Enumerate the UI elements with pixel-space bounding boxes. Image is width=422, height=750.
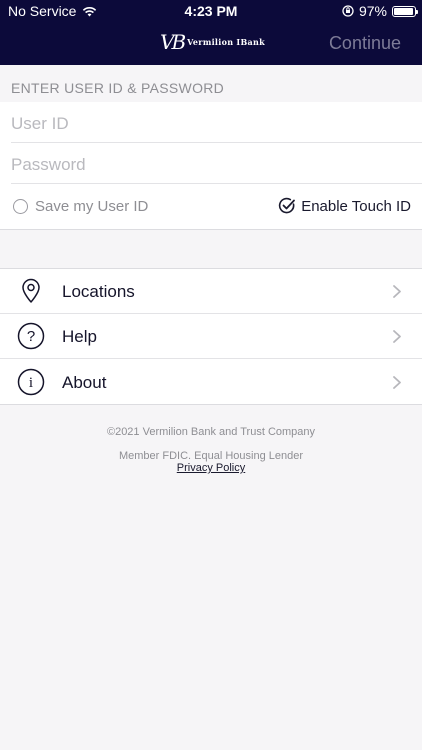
- status-bar: No Service 4:23 PM 97%: [0, 0, 422, 22]
- login-options: Save my User ID Enable Touch ID: [0, 184, 422, 230]
- battery-fill: [394, 7, 414, 15]
- app-header: No Service 4:23 PM 97% VB Vermilion IBan…: [0, 0, 422, 65]
- save-user-id-toggle[interactable]: Save my User ID: [13, 198, 148, 215]
- chevron-right-icon: [393, 285, 401, 298]
- menu-item-label: Help: [62, 327, 97, 346]
- chevron-right-icon: [393, 330, 401, 343]
- menu-list: Locations ? Help i About: [0, 268, 422, 405]
- touch-id-label: Enable Touch ID: [301, 197, 411, 215]
- chevron-right-icon: [393, 376, 401, 389]
- question-circle-icon: ?: [17, 322, 45, 350]
- menu-item-about[interactable]: i About: [0, 360, 422, 405]
- fdic-text: Member FDIC. Equal Housing Lender: [118, 450, 304, 462]
- user-id-field[interactable]: User ID: [11, 102, 422, 143]
- login-section-title: ENTER USER ID & PASSWORD: [11, 80, 225, 96]
- divider: [0, 358, 422, 359]
- location-pin-icon: [22, 278, 40, 303]
- menu-item-label: Locations: [62, 282, 135, 301]
- enable-touch-id-toggle[interactable]: Enable Touch ID: [278, 197, 411, 215]
- user-id-placeholder: User ID: [11, 114, 69, 133]
- svg-text:i: i: [29, 375, 33, 391]
- login-form: User ID Password Save my User ID Enable …: [0, 102, 422, 230]
- menu-item-locations[interactable]: Locations: [0, 269, 422, 314]
- battery-icon: [392, 5, 418, 17]
- svg-text:?: ?: [27, 328, 35, 345]
- check-circle-icon: [279, 197, 296, 214]
- bank-logo: VB Vermilion IBank: [160, 30, 265, 54]
- radio-icon: [13, 199, 28, 214]
- logo-mark: VB: [160, 30, 186, 54]
- orientation-lock-icon: [342, 5, 354, 17]
- info-circle-icon: i: [17, 368, 45, 396]
- logo-brand-name: Vermilion IBank: [187, 37, 265, 47]
- menu-item-label: About: [62, 373, 107, 392]
- save-user-id-label: Save my User ID: [35, 198, 149, 215]
- status-right: 97%: [342, 3, 418, 19]
- password-field[interactable]: Password: [11, 143, 422, 184]
- nav-bar: VB Vermilion IBank Continue: [0, 22, 422, 65]
- continue-button[interactable]: Continue: [329, 33, 401, 54]
- privacy-policy-link[interactable]: Privacy Policy: [0, 462, 422, 474]
- copyright-text: ©2021 Vermilion Bank and Trust Company: [106, 426, 316, 438]
- password-placeholder: Password: [11, 155, 86, 174]
- battery-percent: 97%: [358, 3, 387, 19]
- menu-item-help[interactable]: ? Help: [0, 314, 422, 359]
